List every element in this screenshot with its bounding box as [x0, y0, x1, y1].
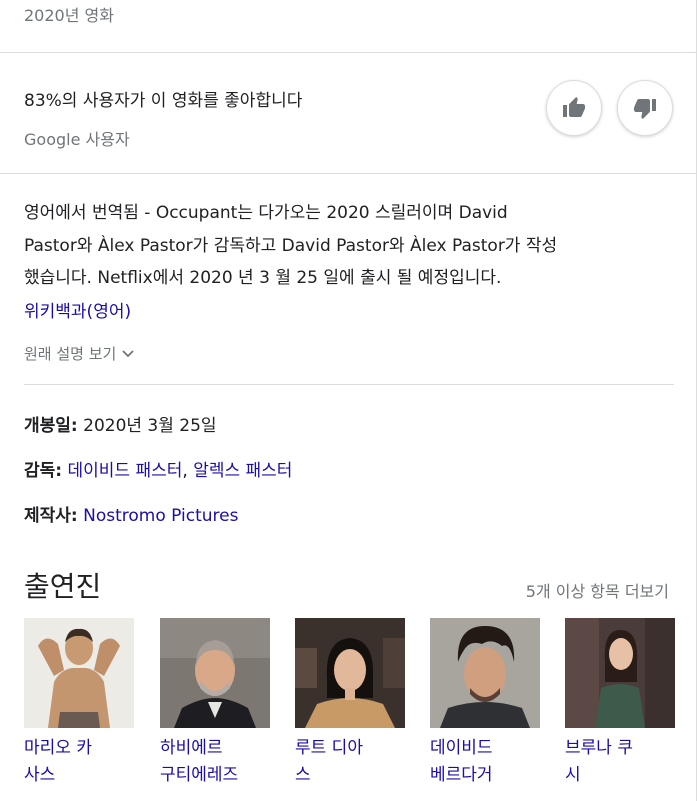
- release-date-row: 개봉일: 2020년 3월 25일: [24, 411, 217, 436]
- director-link[interactable]: 알렉스 패스터: [193, 461, 292, 481]
- production-company-link[interactable]: Nostromo Pictures: [83, 506, 238, 526]
- cast-name-line: 사스: [24, 765, 56, 785]
- production-company-label: 제작사:: [24, 506, 78, 526]
- like-percentage-text: 83%의 사용자가 이 영화를 좋아합니다: [24, 91, 303, 111]
- show-original-description-button[interactable]: 원래 설명 보기: [24, 343, 134, 364]
- cast-name-line: 구티에레즈: [160, 765, 239, 785]
- director-row: 감독: 데이비드 패스터, 알렉스 패스터: [24, 456, 292, 481]
- cast-photo[interactable]: [160, 618, 270, 728]
- cast-name-line: 시: [565, 765, 581, 785]
- cast-member-card[interactable]: 브루나 쿠 시: [565, 618, 675, 789]
- chevron-down-icon: [122, 349, 134, 357]
- cast-name-line: 루트 디아: [295, 738, 363, 758]
- cast-name[interactable]: 하비에르 구티에레즈: [160, 735, 270, 789]
- cast-name-line: 브루나 쿠: [565, 738, 633, 758]
- cast-member-card[interactable]: 데이비드 베르다거: [430, 618, 540, 789]
- cast-name-line: 스: [295, 765, 311, 785]
- director-separator: ,: [182, 461, 194, 481]
- cast-photo[interactable]: [295, 618, 405, 728]
- cast-photo[interactable]: [24, 618, 134, 728]
- divider: [24, 384, 674, 385]
- director-link[interactable]: 데이비드 패스터: [68, 461, 183, 481]
- view-more-cast-link[interactable]: 5개 이상 항목 더보기: [526, 578, 669, 602]
- description-line: 했습니다. Netflix에서 2020 년 3 월 25 일에 출시 될 예정…: [24, 268, 502, 288]
- cast-name[interactable]: 마리오 카 사스: [24, 735, 134, 789]
- cast-name-line: 하비에르: [160, 738, 223, 758]
- release-date-value: 2020년 3월 25일: [83, 416, 217, 436]
- director-label: 감독:: [24, 461, 63, 481]
- cast-name[interactable]: 데이비드 베르다거: [430, 735, 540, 789]
- cast-name[interactable]: 루트 디아 스: [295, 735, 405, 789]
- user-rating-section: 83%의 사용자가 이 영화를 좋아합니다 Google 사용자: [0, 53, 697, 174]
- description-line: Pastor와 Àlex Pastor가 감독하고 David Pastor와 …: [24, 235, 558, 256]
- cast-name-line: 베르다거: [430, 765, 493, 785]
- cast-name-line: 데이비드: [430, 738, 493, 758]
- cast-member-card[interactable]: 하비에르 구티에레즈: [160, 618, 270, 789]
- description-line: 영어에서 번역됨 - Occupant는 다가오는 2020 스릴러이며 Dav…: [24, 203, 508, 223]
- rating-source: Google 사용자: [24, 130, 130, 149]
- thumb-up-icon: [563, 97, 585, 117]
- cast-member-card[interactable]: 루트 디아 스: [295, 618, 405, 789]
- cast-name[interactable]: 브루나 쿠 시: [565, 735, 675, 789]
- show-original-label: 원래 설명 보기: [24, 345, 117, 363]
- thumb-down-button[interactable]: [617, 80, 673, 136]
- header-section: 2020년 영화: [0, 0, 697, 53]
- thumb-down-icon: [634, 99, 656, 119]
- cast-heading: 출연진: [24, 570, 102, 603]
- cast-member-card[interactable]: 마리오 카 사스: [24, 618, 134, 789]
- knowledge-panel: 2020년 영화 83%의 사용자가 이 영화를 좋아합니다 Google 사용…: [0, 0, 697, 801]
- production-company-row: 제작사: Nostromo Pictures: [24, 501, 238, 526]
- cast-photo[interactable]: [565, 618, 675, 728]
- cast-name-line: 마리오 카: [24, 738, 92, 758]
- movie-subtitle: 2020년 영화: [24, 6, 114, 25]
- release-date-label: 개봉일:: [24, 416, 78, 436]
- cast-photo[interactable]: [430, 618, 540, 728]
- wikipedia-link[interactable]: 위키백과(영어): [24, 297, 131, 322]
- thumb-up-button[interactable]: [546, 80, 602, 136]
- description-text: 영어에서 번역됨 - Occupant는 다가오는 2020 스릴러이며 Dav…: [24, 197, 674, 295]
